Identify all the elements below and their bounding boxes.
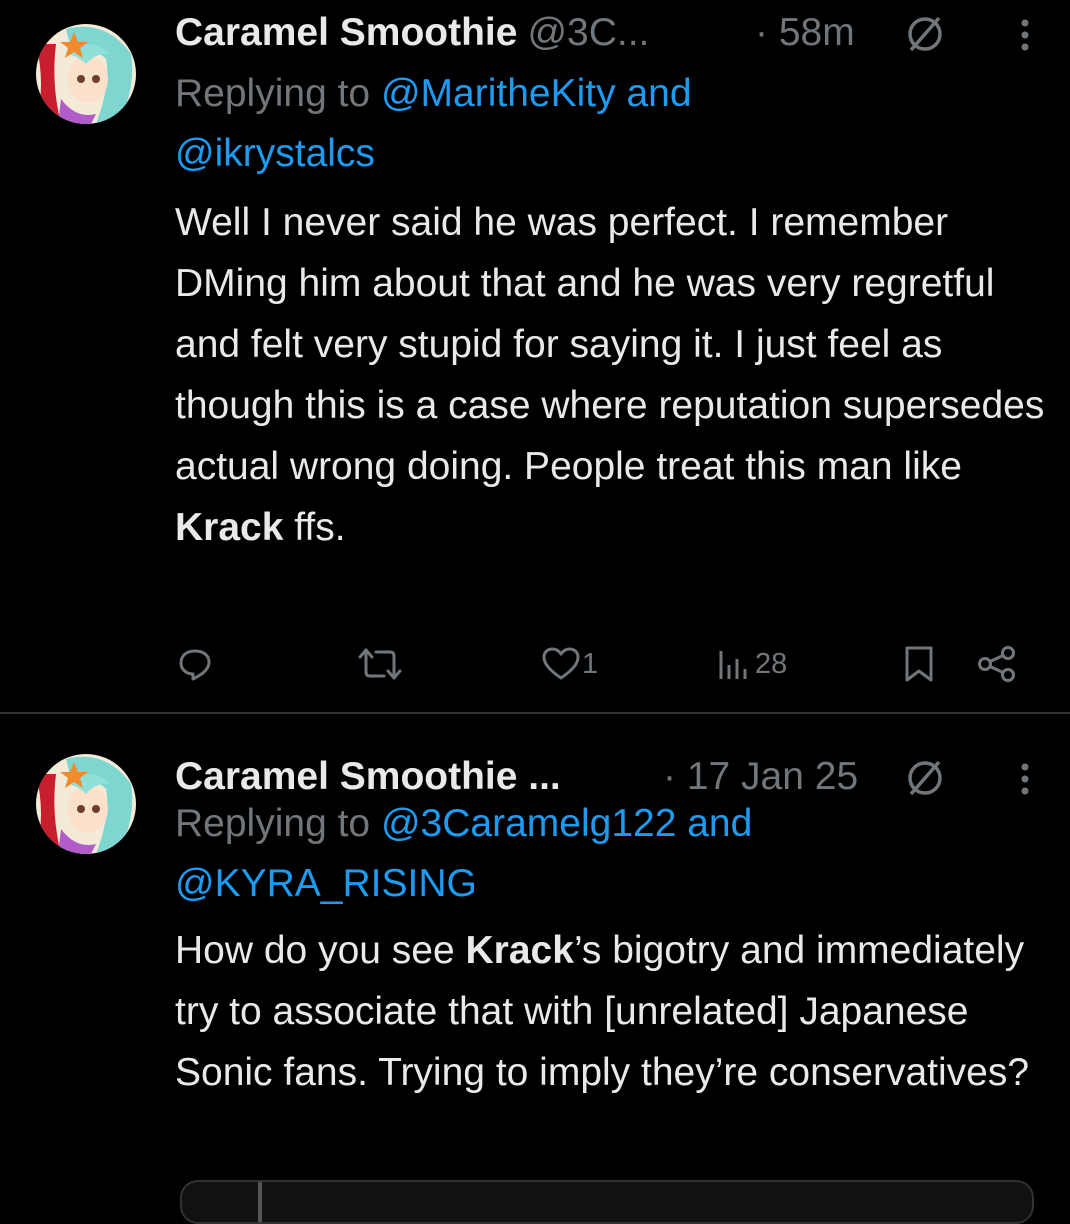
tweet-text-bold: Krack bbox=[175, 506, 284, 549]
avatar[interactable] bbox=[36, 24, 136, 124]
like-count: 1 bbox=[582, 647, 599, 680]
share-button[interactable] bbox=[977, 634, 1017, 694]
replying-to: Replying to @3Caramelg122 and @KYRA_RISI… bbox=[175, 794, 935, 914]
replying-to: Replying to @MaritheKity and @ikrystalcs bbox=[175, 64, 935, 184]
replying-prefix: Replying to bbox=[175, 72, 371, 115]
bookmark-icon bbox=[904, 645, 934, 683]
view-count: 28 bbox=[755, 647, 788, 680]
quoted-card[interactable] bbox=[180, 1180, 1034, 1224]
display-name[interactable]: Caramel Smoothie bbox=[175, 11, 517, 55]
tweet-text-part: ffs. bbox=[283, 506, 346, 549]
handle[interactable]: @3C... bbox=[527, 11, 649, 55]
more-icon[interactable] bbox=[1020, 762, 1030, 806]
tweet-text-part: Well I never said he was perfect. I reme… bbox=[175, 201, 1045, 488]
more-icon[interactable] bbox=[1020, 18, 1030, 62]
like-icon bbox=[542, 647, 580, 681]
bookmark-button[interactable] bbox=[904, 634, 934, 694]
reply-mention-1[interactable]: @MaritheKity and bbox=[381, 72, 692, 115]
reply-icon bbox=[177, 646, 213, 682]
views-icon bbox=[717, 647, 751, 681]
tweet-text: Well I never said he was perfect. I reme… bbox=[175, 192, 1045, 558]
avatar[interactable] bbox=[36, 754, 136, 854]
tweet-text-part: How do you see bbox=[175, 929, 466, 972]
like-button[interactable]: 1 bbox=[542, 634, 598, 694]
reply-mention-2[interactable]: @KYRA_RISING bbox=[175, 862, 477, 905]
timestamp[interactable]: · 17 Jan 25 bbox=[663, 755, 858, 799]
retweet-icon bbox=[358, 646, 402, 682]
reply-mention-1[interactable]: @3Caramelg122 and bbox=[381, 802, 752, 845]
timestamp[interactable]: · 58m bbox=[755, 11, 855, 55]
tweet-actions: 1 28 bbox=[175, 634, 1035, 694]
tweet-header: Caramel Smoothie @3C... · 58m bbox=[175, 8, 1030, 58]
mute-icon bbox=[905, 14, 945, 64]
display-name[interactable]: Caramel Smoothie ... bbox=[175, 755, 561, 799]
tweet-text: How do you see Krack’s bigotry and immed… bbox=[175, 920, 1045, 1103]
tweet[interactable]: Caramel Smoothie @3C... · 58m Replying t… bbox=[0, 0, 1070, 712]
retweet-button[interactable] bbox=[358, 634, 402, 694]
views-button[interactable]: 28 bbox=[717, 634, 787, 694]
reply-button[interactable] bbox=[177, 634, 213, 694]
tweet-text-bold: Krack bbox=[465, 929, 574, 972]
share-icon bbox=[977, 645, 1017, 683]
card-divider bbox=[258, 1182, 262, 1222]
replying-prefix: Replying to bbox=[175, 802, 371, 845]
reply-mention-2[interactable]: @ikrystalcs bbox=[175, 132, 375, 175]
